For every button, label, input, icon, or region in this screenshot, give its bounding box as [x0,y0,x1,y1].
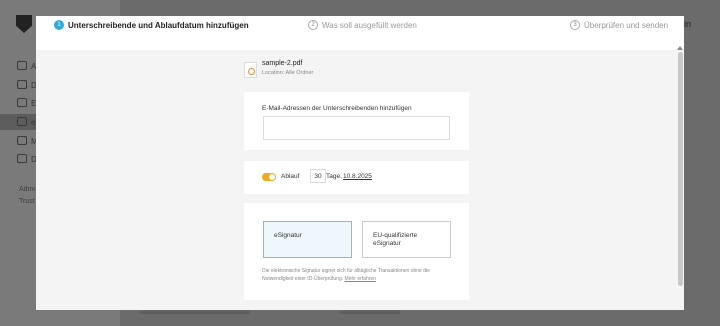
sidebar-item-3[interactable]: E [17,98,36,108]
bg-divider [140,311,250,314]
sidebar-section-trust[interactable]: Trust [19,198,35,205]
step-3[interactable]: 3 Überprüfen und senden [570,20,668,30]
scroll-up-icon[interactable] [677,46,683,50]
sidebar-item-1[interactable]: A [17,61,36,71]
document-icon [17,80,27,89]
folder-icon [17,61,27,70]
step-label: Was soll ausgefüllt werden [322,20,417,30]
mail-icon [17,136,27,145]
modal-scrollbar[interactable] [676,36,684,310]
expiration-days-unit: Tage, [326,173,342,180]
signature-icon [17,117,27,126]
signature-option-eu-qualified[interactable]: EU-qualifizierte eSignatur [362,221,451,258]
sidebar-item-2[interactable]: D [17,80,37,90]
step-number: 1 [54,20,64,30]
email-field[interactable] [263,116,450,140]
pdf-icon [244,62,257,78]
recipients-card: E-Mail-Adressen der Unterschreibenden hi… [244,92,469,150]
learn-more-link[interactable]: Mehr erfahren [345,276,376,282]
bg-divider [340,311,400,314]
step-1[interactable]: 1 Unterschreibende und Ablaufdatum hinzu… [54,20,249,30]
app-logo-icon [16,15,32,33]
expiration-toggle[interactable] [262,173,276,181]
scroll-thumb[interactable] [678,52,683,286]
wizard-steps: 1 Unterschreibende und Ablaufdatum hinzu… [36,16,684,50]
sidebar-item-5[interactable]: M [17,136,38,146]
sign-request-modal: 1 Unterschreibende und Ablaufdatum hinzu… [36,16,684,310]
sidebar-item-4[interactable]: e [17,117,35,127]
expiration-card: Ablauf 30 Tage, 10.8.2025 [244,161,469,194]
sidebar-section-admin[interactable]: Admi [19,186,35,193]
signature-description: Die elektronische Signatur eignet sich f… [262,268,430,282]
sidebar-item-6[interactable]: D [17,154,37,164]
expiration-date-link[interactable]: 10.8.2025 [343,173,372,180]
header-user-menu[interactable]: in [684,19,691,29]
signature-option-esignature[interactable]: eSignatur [263,221,352,258]
file-location: Location: Alle Ordner [262,70,314,76]
step-number: 3 [570,20,580,30]
users-icon [17,98,27,107]
step-2[interactable]: 2 Was soll ausgefüllt werden [308,20,417,30]
expiration-label: Ablauf [281,173,300,180]
step-number: 2 [308,20,318,30]
expiration-days-input[interactable]: 30 [310,169,326,183]
file-name: sample-2.pdf [262,60,303,67]
signature-type-card: eSignatur EU-qualifizierte eSignatur Die… [244,203,469,300]
gear-icon [17,154,27,163]
step-label: Überprüfen und senden [584,20,669,30]
step-label: Unterschreibende und Ablaufdatum hinzufü… [68,20,249,30]
recipients-label: E-Mail-Adressen der Unterschreibenden hi… [262,105,412,112]
selected-file: sample-2.pdf Location: Alle Ordner [244,60,313,78]
